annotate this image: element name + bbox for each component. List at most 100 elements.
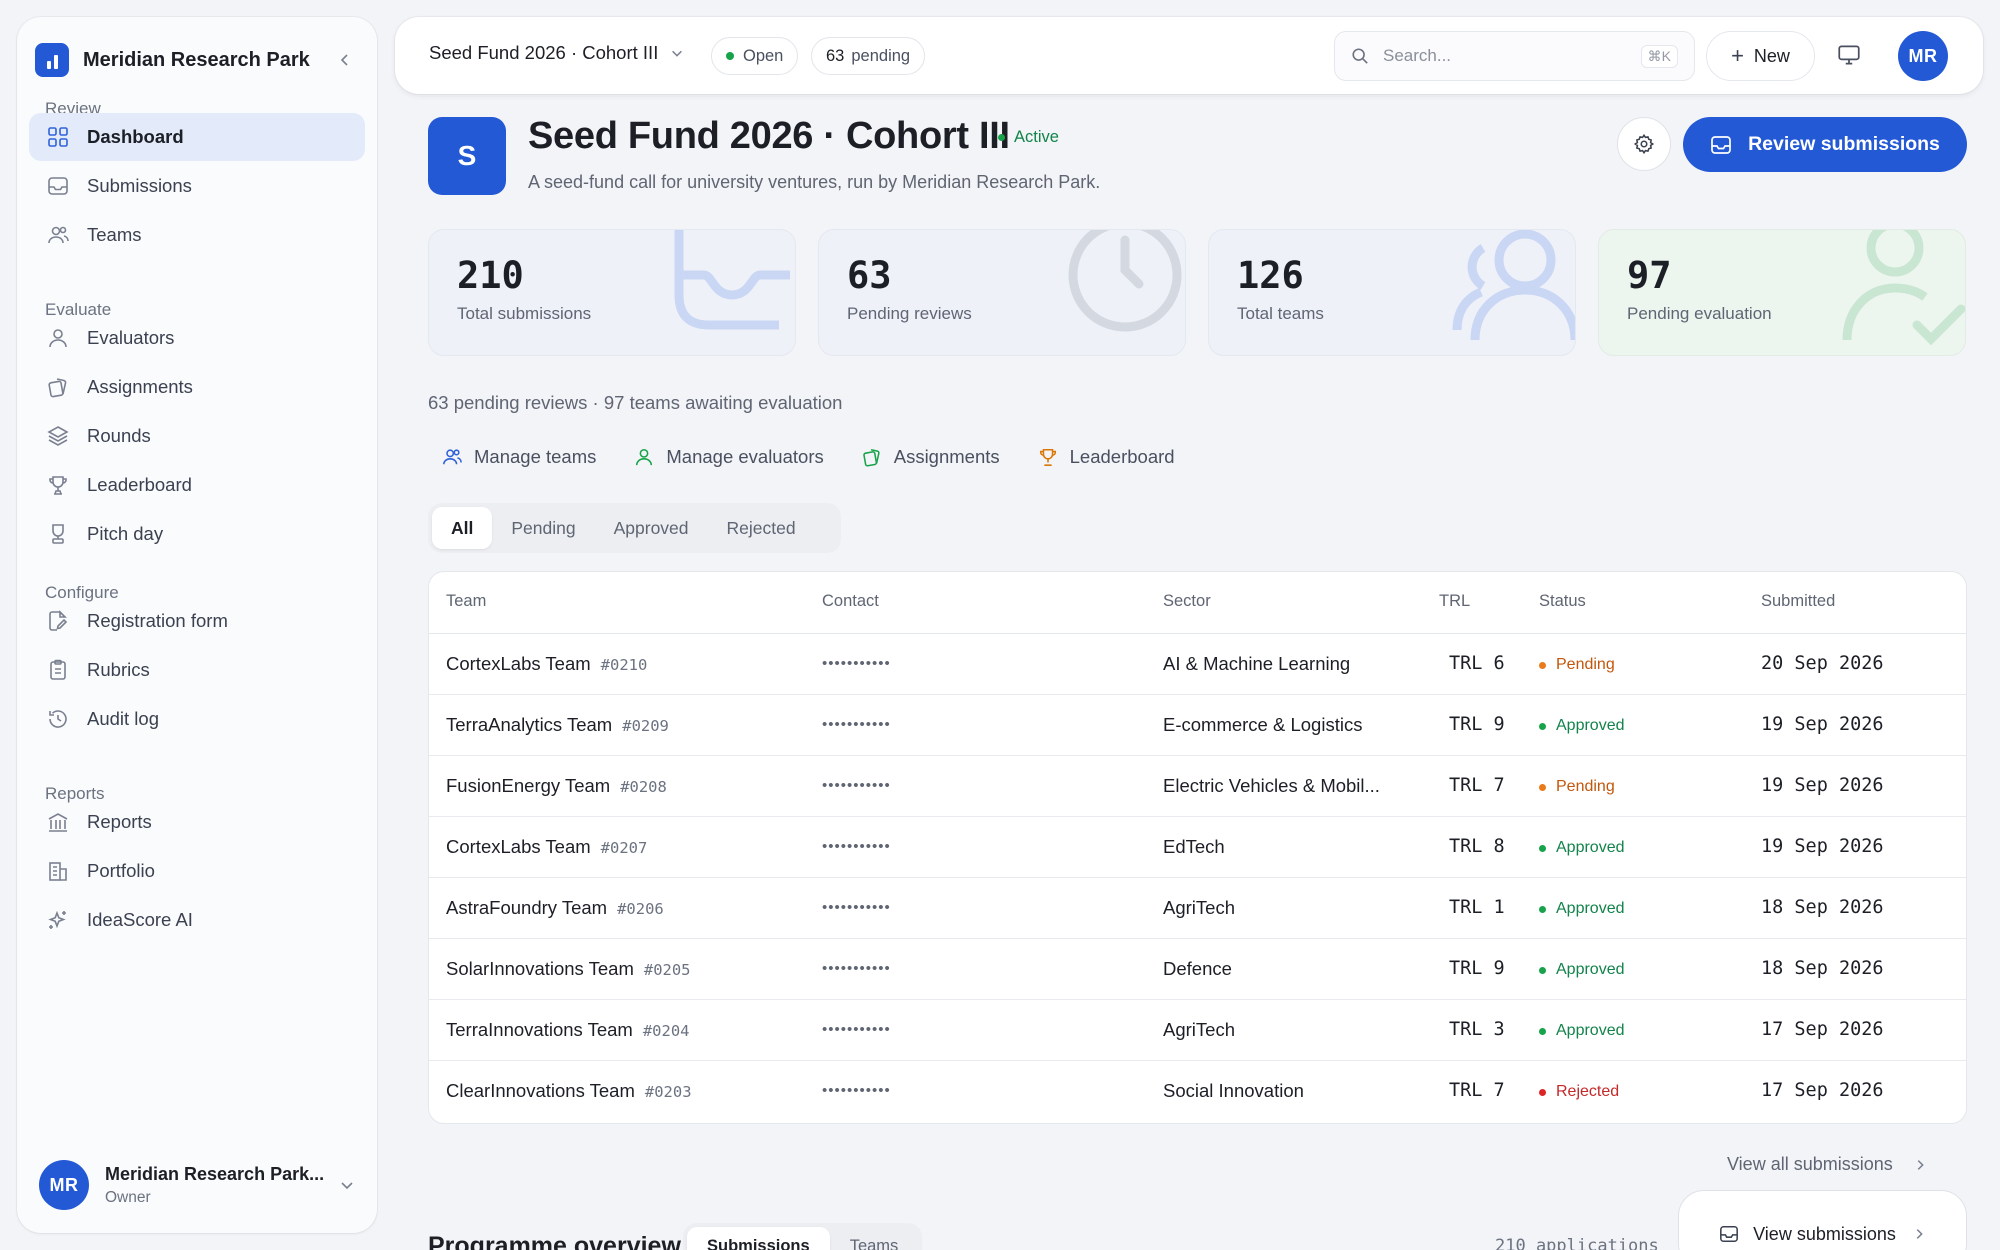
column-header-contact[interactable]: Contact xyxy=(822,592,879,611)
sidebar-item-rubrics[interactable]: Rubrics xyxy=(29,646,365,694)
column-header-team[interactable]: Team xyxy=(446,592,486,611)
search-placeholder: Search... xyxy=(1383,46,1452,65)
trophy-icon xyxy=(46,473,70,497)
quick-links: Manage teams Manage evaluators Assignmen… xyxy=(442,446,1175,468)
table-row[interactable]: TerraInnovations Team #0204 ••••••••••• Agr… xyxy=(429,1000,1966,1061)
team-cell[interactable]: SolarInnovations Team #0205 xyxy=(446,958,691,980)
stat-card-pending-evaluation[interactable]: 97 Pending evaluation xyxy=(1598,229,1966,356)
table-row[interactable]: AstraFoundry Team #0206 ••••••••••• AgriTec… xyxy=(429,878,1966,939)
leaderboard-link[interactable]: Leaderboard xyxy=(1038,446,1175,468)
collapse-sidebar-button[interactable] xyxy=(331,46,359,74)
contact-cell: ••••••••••• xyxy=(822,1082,891,1099)
team-cell[interactable]: AstraFoundry Team #0206 xyxy=(446,897,664,919)
status-dot xyxy=(1539,722,1546,730)
team-cell[interactable]: TerraInnovations Team #0204 xyxy=(446,1019,690,1041)
chevron-down-icon xyxy=(341,1182,353,1190)
assignments-link[interactable]: Assignments xyxy=(862,446,1000,468)
column-header-submitted[interactable]: Submitted xyxy=(1761,592,1835,611)
tab-overview-submissions[interactable]: Submissions xyxy=(687,1227,830,1250)
tab-rejected[interactable]: Rejected xyxy=(708,507,815,549)
sidebar-item-teams[interactable]: Teams xyxy=(29,211,365,259)
team-name: CortexLabs Team xyxy=(446,836,591,857)
sector-cell: AgriTech xyxy=(1163,1019,1235,1040)
table-row[interactable]: CortexLabs Team #0207 ••••••••••• EdTech TRL… xyxy=(429,817,1966,878)
status-dot xyxy=(1539,905,1546,913)
table-row[interactable]: ClearInnovations Team #0203 ••••••••••• Soc… xyxy=(429,1061,1966,1122)
cohort-selector[interactable]: Seed Fund 2026 · Cohort III xyxy=(429,42,684,64)
sidebar-item-label: Pitch day xyxy=(87,523,164,544)
column-header-trl[interactable]: TRL xyxy=(1439,592,1470,611)
trl-cell: TRL 7 xyxy=(1449,1080,1505,1101)
submitted-date-cell: 19 Sep 2026 xyxy=(1761,714,1884,735)
sidebar-item-pitch-day[interactable]: Pitch day xyxy=(29,510,365,558)
applications-count: 210 applications xyxy=(1495,1236,1659,1250)
inbox-icon xyxy=(674,230,790,330)
stat-card-total-teams[interactable]: 126 Total teams xyxy=(1208,229,1576,356)
sidebar-item-registration-form[interactable]: Registration form xyxy=(29,597,365,645)
chevron-right-icon xyxy=(1917,1159,1924,1170)
team-cell[interactable]: CortexLabs Team #0210 xyxy=(446,653,647,675)
submitted-date-cell: 17 Sep 2026 xyxy=(1761,1080,1884,1101)
sidebar-item-submissions[interactable]: Submissions xyxy=(29,162,365,210)
review-submissions-button[interactable]: Review submissions xyxy=(1683,117,1967,172)
table-row[interactable]: SolarInnovations Team #0205 ••••••••••• Def… xyxy=(429,939,1966,1000)
stat-label: Pending reviews xyxy=(847,304,972,323)
clipboard-icon xyxy=(46,658,70,682)
manage-evaluators-link[interactable]: Manage evaluators xyxy=(634,446,824,468)
tab-pending[interactable]: Pending xyxy=(492,507,594,549)
view-submissions-button[interactable]: View submissions xyxy=(1678,1190,1967,1250)
sidebar-item-audit-log[interactable]: Audit log xyxy=(29,695,365,743)
display-toggle-button[interactable] xyxy=(1836,42,1864,70)
contact-cell: ••••••••••• xyxy=(822,777,891,794)
manage-teams-link[interactable]: Manage teams xyxy=(442,446,596,468)
sidebar-item-dashboard[interactable]: Dashboard xyxy=(29,113,365,161)
view-all-submissions-link[interactable]: View all submissions xyxy=(1727,1154,1927,1175)
status-dot xyxy=(1539,844,1546,852)
pending-count-pill[interactable]: 63 pending xyxy=(811,37,926,75)
team-cell[interactable]: CortexLabs Team #0207 xyxy=(446,836,647,858)
stat-card-total-submissions[interactable]: 210 Total submissions xyxy=(428,229,796,356)
user-avatar-button[interactable]: MR xyxy=(1898,31,1948,81)
status-dot xyxy=(1539,966,1546,974)
team-cell[interactable]: FusionEnergy Team #0208 xyxy=(446,775,667,797)
clock-icon xyxy=(1068,230,1182,332)
table-row[interactable]: FusionEnergy Team #0208 ••••••••••• Electri… xyxy=(429,756,1966,817)
team-id: #0209 xyxy=(622,717,669,735)
sidebar-item-label: Registration form xyxy=(87,610,228,631)
table-row[interactable]: TerraAnalytics Team #0209 ••••••••••• E-com… xyxy=(429,695,1966,756)
team-cell[interactable]: ClearInnovations Team #0203 xyxy=(446,1080,692,1102)
sparkles-icon xyxy=(46,908,70,932)
pending-label: pending xyxy=(851,46,911,65)
layers-icon xyxy=(46,424,70,448)
trl-cell: TRL 9 xyxy=(1449,958,1505,979)
contact-cell: ••••••••••• xyxy=(822,838,891,855)
team-id: #0210 xyxy=(600,656,648,674)
column-header-status[interactable]: Status xyxy=(1539,592,1586,611)
table-row[interactable]: CortexLabs Team #0210 ••••••••••• AI & Mach… xyxy=(429,634,1966,695)
tab-all[interactable]: All xyxy=(432,507,493,549)
sidebar-item-assignments[interactable]: Assignments xyxy=(29,363,365,411)
user-icon xyxy=(46,326,70,350)
sidebar-item-ideascore-ai[interactable]: IdeaScore AI xyxy=(29,896,365,944)
tab-overview-teams[interactable]: Teams xyxy=(830,1227,919,1250)
settings-button[interactable] xyxy=(1617,117,1671,171)
avatar: MR xyxy=(39,1160,89,1210)
stat-card-pending-reviews[interactable]: 63 Pending reviews xyxy=(818,229,1186,356)
search-input[interactable]: Search... ⌘K xyxy=(1334,31,1695,81)
status-badge: Approved xyxy=(1539,717,1625,735)
tab-approved[interactable]: Approved xyxy=(595,507,708,549)
sidebar-item-leaderboard[interactable]: Leaderboard xyxy=(29,461,365,509)
sidebar-item-rounds[interactable]: Rounds xyxy=(29,412,365,460)
stat-value: 97 xyxy=(1627,254,1672,297)
users-icon xyxy=(442,447,462,467)
sidebar-item-portfolio[interactable]: Portfolio xyxy=(29,847,365,895)
team-name: ClearInnovations Team xyxy=(446,1080,635,1101)
sidebar-item-reports[interactable]: Reports xyxy=(29,798,365,846)
account-switcher[interactable]: MR Meridian Research Park... Owner xyxy=(39,1159,355,1211)
status-text: Active xyxy=(1014,128,1059,146)
column-header-sector[interactable]: Sector xyxy=(1163,592,1211,611)
sidebar-item-evaluators[interactable]: Evaluators xyxy=(29,314,365,362)
monitor-icon xyxy=(1838,45,1860,65)
team-cell[interactable]: TerraAnalytics Team #0209 xyxy=(446,714,669,736)
new-button[interactable]: + New xyxy=(1706,31,1815,81)
